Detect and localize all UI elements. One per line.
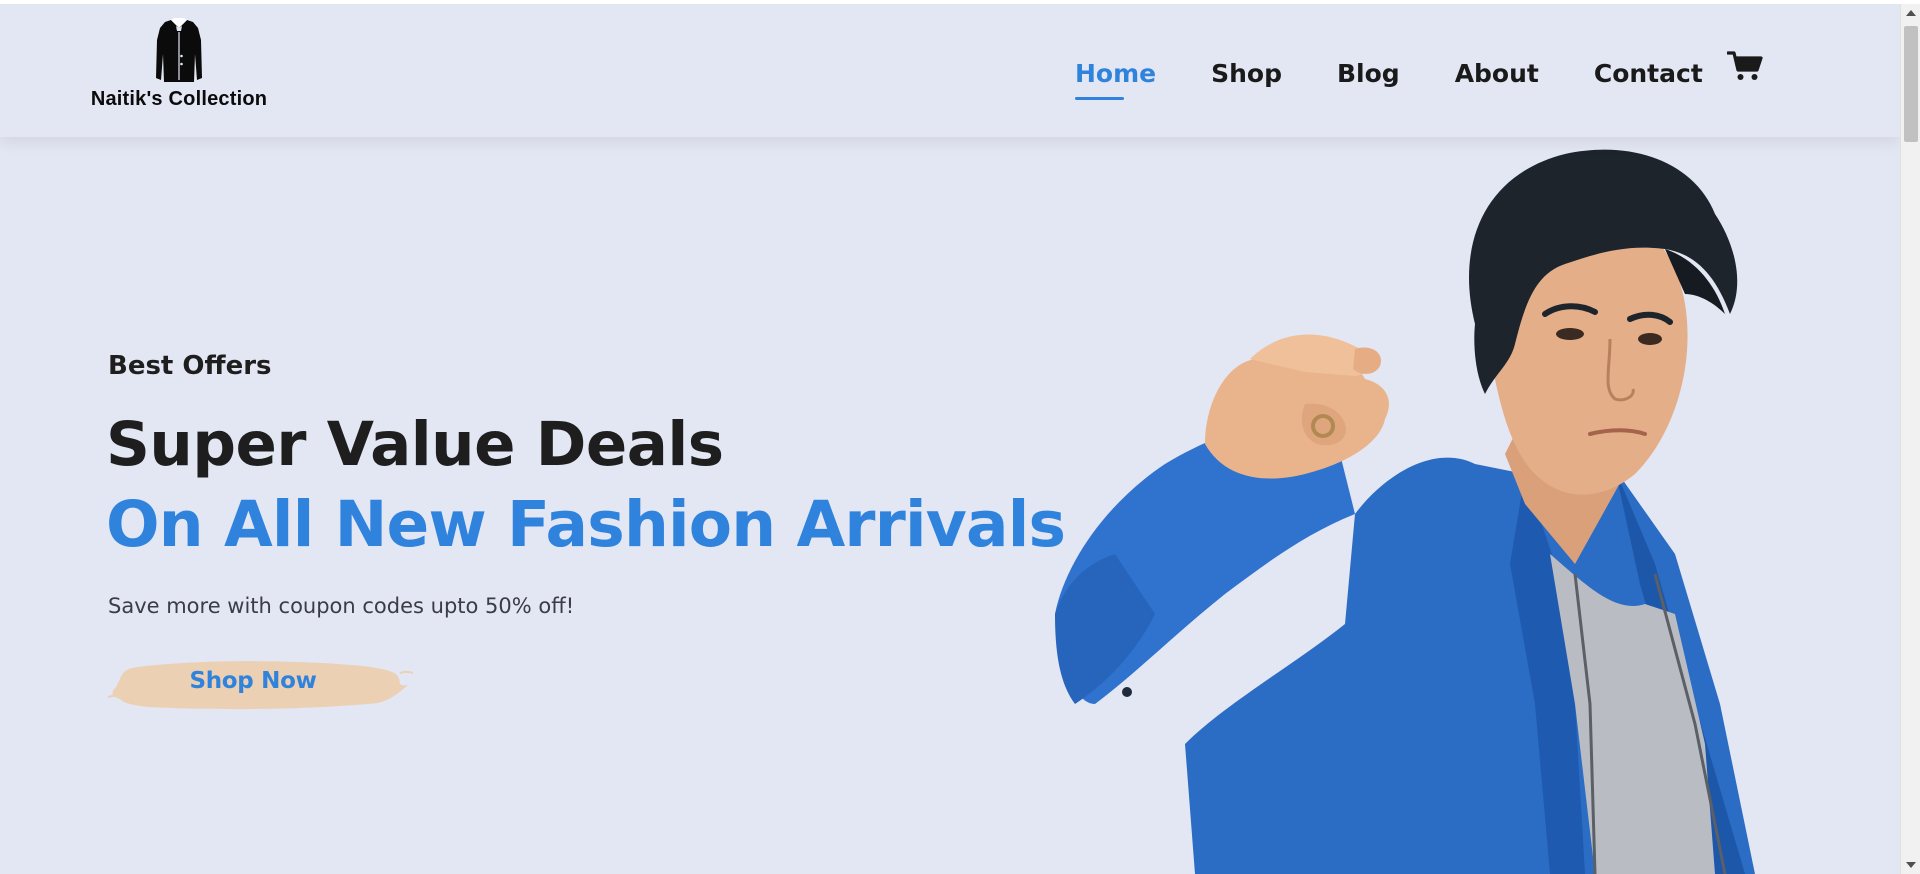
scroll-up-icon[interactable] — [1906, 10, 1916, 16]
scroll-down-icon[interactable] — [1906, 862, 1916, 868]
suit-jacket-icon — [156, 18, 202, 82]
main-nav: Home Shop Blog About Contact — [1075, 4, 1758, 137]
nav-shop[interactable]: Shop — [1211, 53, 1282, 88]
brand-logo[interactable]: Naitik's Collection — [84, 18, 274, 118]
page: Naitik's Collection Home Shop Blog About… — [0, 4, 1900, 874]
hero-eyebrow: Best Offers — [108, 351, 272, 381]
scroll-thumb[interactable] — [1904, 26, 1918, 142]
shop-now-label: Shop Now — [189, 668, 317, 694]
site-header: Naitik's Collection Home Shop Blog About… — [0, 4, 1900, 137]
nav-about[interactable]: About — [1455, 53, 1539, 88]
nav-home[interactable]: Home — [1075, 53, 1156, 100]
hero-subtitle: Save more with coupon codes upto 50% off… — [108, 594, 575, 618]
shopping-cart-icon[interactable] — [1726, 50, 1763, 82]
model-pointing-photo — [1055, 149, 1755, 874]
brand-name: Naitik's Collection — [90, 88, 268, 110]
hero-title: Super Value Deals — [106, 409, 724, 480]
hero-title-accent: On All New Fashion Arrivals — [106, 488, 1066, 561]
nav-contact[interactable]: Contact — [1594, 53, 1703, 88]
nav-blog[interactable]: Blog — [1337, 53, 1400, 88]
page-scrollbar[interactable] — [1900, 4, 1920, 874]
shop-now-button[interactable]: Shop Now — [108, 647, 413, 719]
